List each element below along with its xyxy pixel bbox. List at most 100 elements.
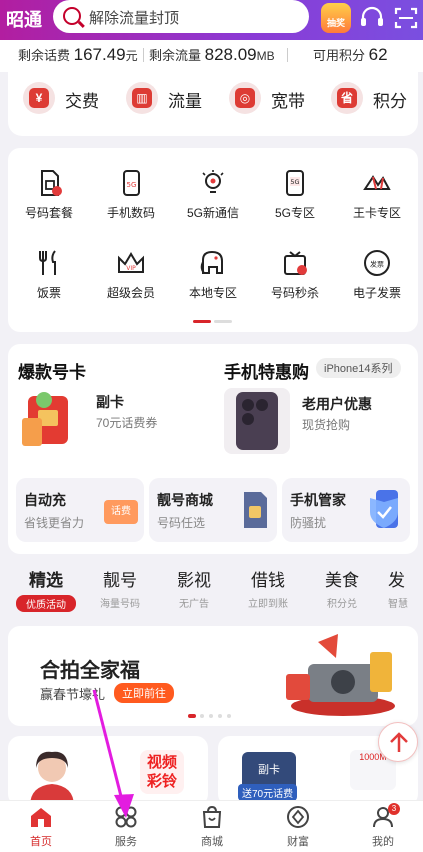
- grid-item-super-member[interactable]: VIP 超级会员: [90, 248, 172, 301]
- nav-service[interactable]: 服务: [91, 805, 161, 849]
- grid-item-phone-digital[interactable]: 5G 手机数码: [90, 168, 172, 221]
- sim-chip-icon: [244, 492, 267, 528]
- divider: [287, 48, 288, 62]
- nav-label: 首页: [30, 836, 52, 848]
- remaining-flow[interactable]: 剩余流量 828.09MB: [149, 45, 275, 65]
- grid-label: 本地专区: [188, 286, 237, 300]
- auto-recharge-card[interactable]: 自动充 省钱更省力 话费: [16, 478, 144, 542]
- nav-mall[interactable]: 商城: [177, 805, 247, 849]
- grid-item-number-plan[interactable]: 号码套餐: [8, 168, 90, 221]
- nav-label: 服务: [115, 836, 137, 848]
- points-icon: 省: [331, 82, 363, 114]
- banner-indicator: [188, 714, 231, 718]
- crown-icon-text: VIP: [126, 265, 136, 272]
- grid-label: 饭票: [36, 286, 61, 300]
- available-points[interactable]: 可用积分 62: [313, 45, 388, 65]
- banner-gift-image: [286, 634, 395, 716]
- family-photo-banner[interactable]: 合拍全家福 赢春节壕礼 立即前往: [8, 626, 418, 726]
- sub-sim-promo: 送70元话费: [238, 784, 298, 801]
- router-icon: ◎: [229, 82, 261, 114]
- grid-item-local-zone[interactable]: 本地专区: [172, 248, 254, 301]
- promo-panel: 爆款号卡 副卡 70元话费券 手机特惠购 iPhone14系列 老用户优惠 现货…: [8, 344, 418, 554]
- nav-home[interactable]: 首页: [6, 805, 76, 849]
- 5g-icon-text: 5G: [290, 178, 299, 186]
- tab-sub: 优质活动: [16, 595, 76, 612]
- tab-loan[interactable]: 借钱 立即到账: [238, 566, 298, 610]
- grid-label: 5G新通信: [186, 206, 239, 220]
- headset-icon[interactable]: [359, 6, 385, 30]
- tab-featured[interactable]: 精选 优质活动: [16, 566, 76, 612]
- tab-title: 发: [388, 571, 405, 590]
- old-user-title: 老用户优惠: [302, 396, 372, 412]
- old-user-deal[interactable]: 老用户优惠 现货抢购: [224, 388, 410, 458]
- sub-card-title: 副卡: [96, 394, 124, 410]
- elephant-icon: [200, 250, 223, 274]
- grid-item-5g-zone[interactable]: 5G 5G专区: [254, 168, 336, 221]
- grid-label: 王卡专区: [352, 206, 401, 220]
- tab-title: 美食: [325, 571, 359, 590]
- 5g-icon: 5G: [286, 170, 304, 196]
- grid-item-5g-comm[interactable]: 5G新通信: [172, 168, 254, 221]
- card-sub: 省钱更省力: [24, 516, 85, 530]
- page-indicator: [193, 320, 232, 323]
- phone-icon: 5G: [123, 170, 140, 196]
- tab-sub: 立即到账: [248, 599, 288, 610]
- notification-badge: 3: [388, 803, 400, 815]
- gift-icon: [284, 251, 307, 275]
- scan-icon[interactable]: [394, 6, 418, 30]
- sim-card-icon: [41, 170, 62, 196]
- card-sub: 防骚扰: [290, 516, 327, 530]
- shield-icon: [370, 490, 398, 528]
- pay-icon: ¥: [23, 82, 55, 114]
- lottery-button[interactable]: 抽奖: [321, 3, 351, 33]
- back-to-top-button[interactable]: [378, 722, 418, 762]
- city-selector[interactable]: 昭通: [6, 6, 42, 32]
- grid-icon: [115, 806, 137, 828]
- grid-label: 手机数码: [106, 206, 155, 220]
- card-title: 自动充: [24, 492, 66, 508]
- grid-item-king-card[interactable]: 王卡专区: [336, 168, 418, 221]
- remaining-fee[interactable]: 剩余话费 167.49元: [18, 45, 138, 65]
- nav-label: 商城: [201, 836, 223, 848]
- video-ringtone-label: 视频彩铃: [140, 750, 184, 794]
- sub-card-sub: 70元话费券: [96, 416, 158, 430]
- tab-sub: 无广告: [179, 599, 209, 610]
- quick-label: 宽带: [271, 92, 305, 111]
- nav-label: 财富: [287, 836, 309, 848]
- category-tabs: 精选 优质活动 靓号 海量号码 影视 无广告 借钱 立即到账 美食 积分兑 发 …: [0, 566, 423, 616]
- grid-item-number-flash[interactable]: 号码秒杀: [254, 248, 336, 301]
- divider: [143, 48, 144, 62]
- flow-icon: ▥: [126, 82, 158, 114]
- arrow-up-icon: [390, 732, 408, 752]
- search-icon: [63, 7, 81, 25]
- grid-item-e-invoice[interactable]: 发票 电子发票: [336, 248, 418, 301]
- cutlery-icon: [39, 250, 56, 275]
- nav-mine[interactable]: 3 我的: [348, 803, 418, 849]
- tab-title: 借钱: [251, 571, 285, 590]
- quick-label: 交费: [65, 92, 99, 111]
- sim-card-image: [22, 392, 68, 446]
- tab-sub: 积分兑: [327, 599, 357, 610]
- grid-item-meal-ticket[interactable]: 饭票: [8, 248, 90, 301]
- coin-icon: [287, 806, 309, 828]
- tab-more[interactable]: 发 智慧: [388, 566, 423, 610]
- banner-title: 合拍全家福: [40, 660, 140, 682]
- search-placeholder: 解除流量封顶: [89, 10, 180, 27]
- tab-title: 影视: [177, 571, 211, 590]
- tab-video[interactable]: 影视 无广告: [164, 566, 224, 610]
- search-box[interactable]: 解除流量封顶: [53, 0, 309, 33]
- hot-cards-title: 爆款号卡: [18, 363, 86, 382]
- banner-go-button[interactable]: 立即前往: [114, 683, 174, 703]
- sub-card-item[interactable]: 副卡 70元话费券: [18, 388, 214, 458]
- feed-card-video-ringtone[interactable]: 视频彩铃: [8, 736, 208, 806]
- home-icon: [31, 808, 51, 827]
- phone-manager-card[interactable]: 手机管家 防骚扰: [282, 478, 410, 542]
- number-mall-card[interactable]: 靓号商城 号码任选: [149, 478, 277, 542]
- iphone-tag[interactable]: iPhone14系列: [316, 358, 401, 378]
- invoice-icon-text: 发票: [370, 260, 384, 269]
- phone-icon-text: 5G: [127, 181, 137, 189]
- tab-numbers[interactable]: 靓号 海量号码: [90, 566, 150, 610]
- tab-food[interactable]: 美食 积分兑: [312, 566, 372, 610]
- nav-wealth[interactable]: 财富: [263, 805, 333, 849]
- bulb-icon: [202, 170, 224, 193]
